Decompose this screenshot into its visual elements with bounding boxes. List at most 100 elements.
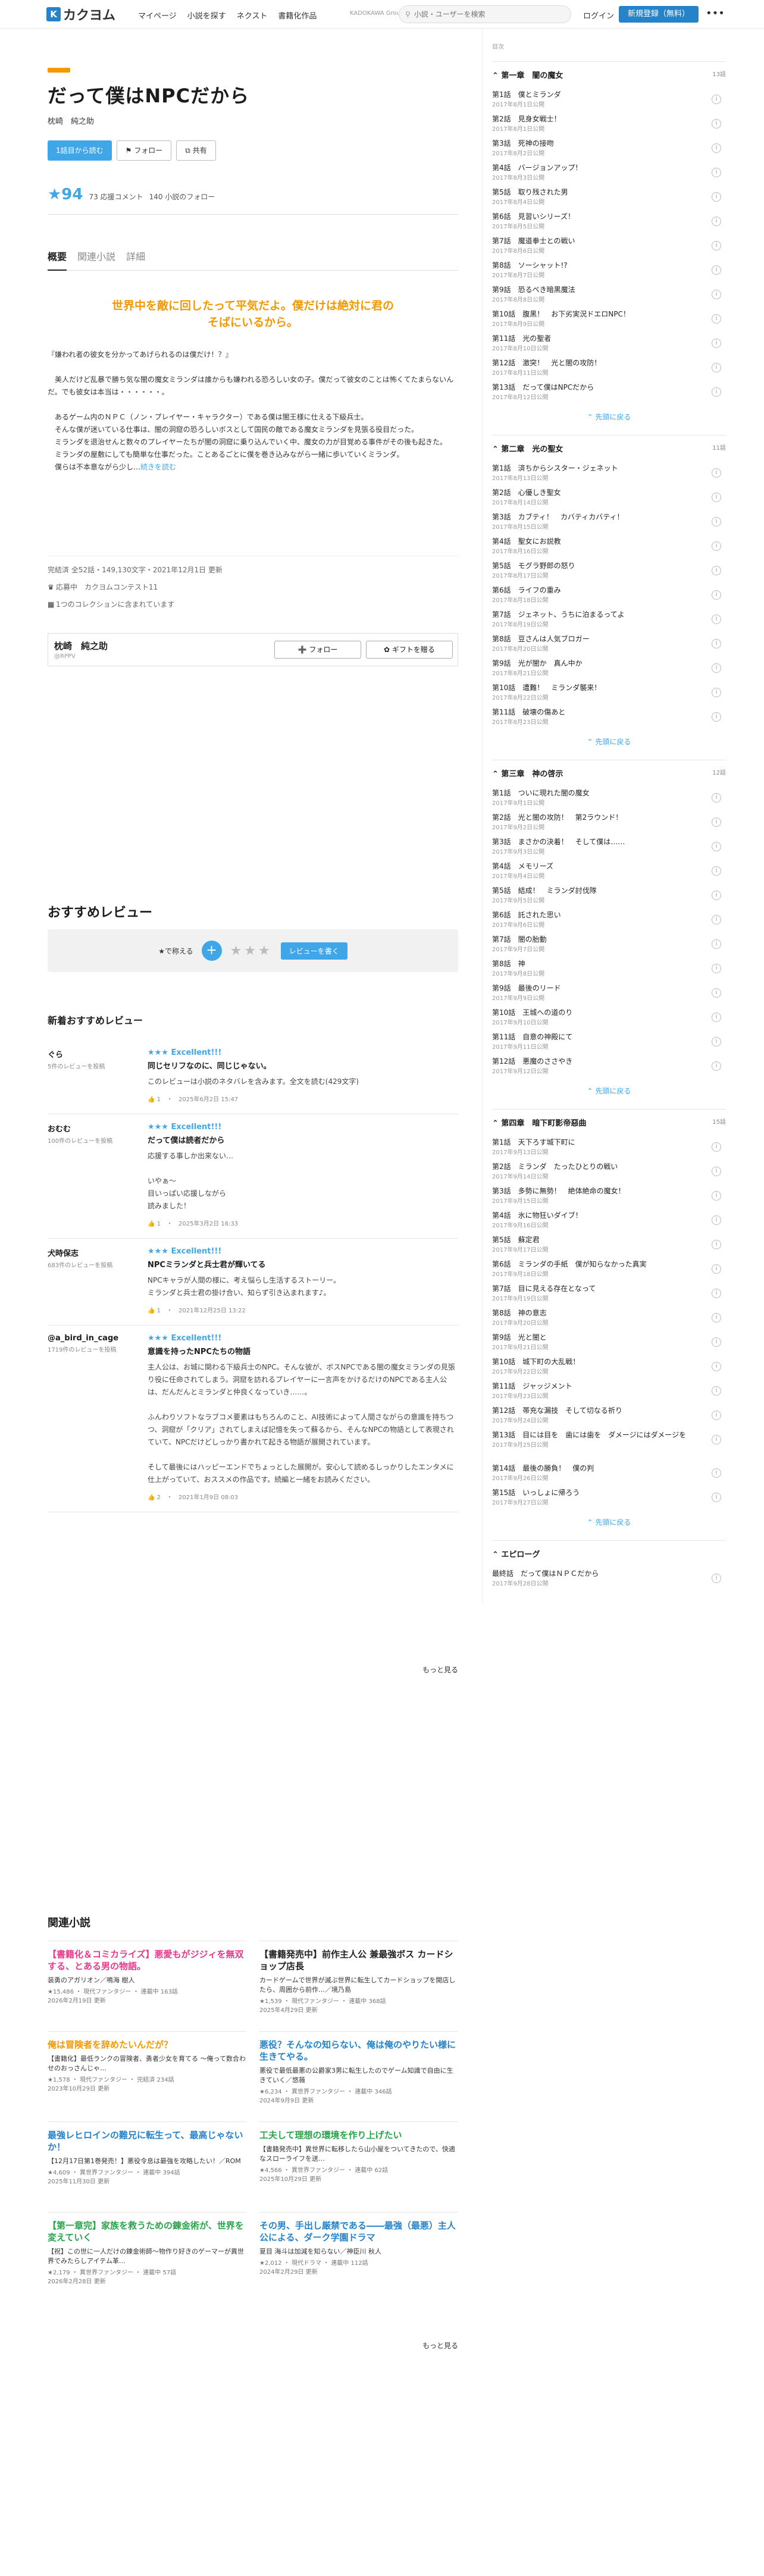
toc-episode[interactable]: 第2話 光と闇の攻防！ 第2ラウンド！ 2017年9月2日公開 i — [492, 813, 726, 837]
toc-episode[interactable]: 第8話 神 2017年9月8日公開 i — [492, 959, 726, 983]
collections-line[interactable]: ▦ 1つのコレクションに含まれています — [48, 599, 458, 609]
toc-episode[interactable]: 第10話 王城への道のり 2017年9月10日公開 i — [492, 1008, 726, 1032]
related-novel-title[interactable]: 最強レヒロインの難兄に転生って、最高じゃないか！ — [48, 2129, 246, 2153]
register-button[interactable]: 新規登録（無料） — [619, 6, 699, 23]
toc-episode[interactable]: 第8話 豆さんは人気ブロガー 2017年8月20日公開 i — [492, 634, 726, 659]
review-comments[interactable]: 73 応援コメント — [89, 192, 143, 202]
tab-summary[interactable]: 概要 — [48, 249, 67, 271]
info-icon[interactable]: i — [712, 541, 721, 551]
info-icon[interactable]: i — [712, 1264, 721, 1274]
related-novel-title[interactable]: 工夫して理想の環境を作り上げたい — [259, 2129, 458, 2141]
review-author[interactable]: @a_bird_in_cage — [48, 1334, 148, 1343]
related-novel[interactable]: 俺は冒険者を辞めたいんだが？ 【書籍化】最低ランクの冒険者、勇者少女を育てる 〜俺… — [48, 2031, 246, 2121]
toc-episode[interactable]: 第3話 まさかの決着！ そして僕は…… 2017年9月3日公開 i — [492, 837, 726, 861]
read-first-button[interactable]: 1話目から読む — [48, 140, 112, 161]
gift-button[interactable]: ✿ ギフトを贈る — [366, 641, 453, 659]
toc-episode[interactable]: 第7話 闇の胎動 2017年9月7日公開 i — [492, 935, 726, 959]
toc-episode[interactable]: 第8話 神の意志 2017年9月20日公開 i — [492, 1308, 726, 1333]
info-icon[interactable]: i — [712, 1142, 721, 1152]
review-title[interactable]: NPCミランダと兵士君が輝いてる — [148, 1258, 458, 1270]
info-icon[interactable]: i — [712, 1013, 721, 1022]
info-icon[interactable]: i — [712, 915, 721, 925]
toc-episode[interactable]: 第4話 氷に物狂いダイブ！ 2017年9月16日公開 i — [492, 1211, 726, 1235]
toc-episode[interactable]: 第2話 ミランダ たったひとりの戦い 2017年9月14日公開 i — [492, 1162, 726, 1186]
toc-episode[interactable]: 第1話 天下ろす城下町に 2017年9月13日公開 i — [492, 1137, 726, 1162]
info-icon[interactable]: i — [712, 866, 721, 876]
toc-episode[interactable]: 第6話 託された思い 2017年9月6日公開 i — [492, 910, 726, 935]
more-menu-icon[interactable]: ••• — [706, 7, 725, 20]
review-title[interactable]: だって僕は読者だから — [148, 1134, 458, 1145]
related-more-link[interactable]: もっと見る — [48, 2340, 458, 2351]
info-icon[interactable]: i — [712, 566, 721, 575]
tab-details[interactable]: 詳細 — [126, 249, 145, 263]
toc-episode[interactable]: 第5話 蘇定君 2017年9月17日公開 i — [492, 1235, 726, 1259]
info-icon[interactable]: i — [712, 363, 721, 372]
contest-line[interactable]: ♛ 応募中 カクヨムコンテスト11 — [48, 582, 458, 592]
site-logo[interactable]: K カクヨム — [46, 7, 115, 23]
toc-volume-header[interactable]: ⌃ 第二章 光の聖女 11話 — [492, 443, 726, 454]
related-novel[interactable]: その男、手出し厳禁である――最強（最悪）主人公による、ダーク学園ドラマ 夏目 海斗… — [259, 2212, 458, 2302]
toc-episode[interactable]: 第3話 多勢に無勢！ 絶体絶命の魔女！ 2017年9月15日公開 i — [492, 1186, 726, 1211]
toc-episode[interactable]: 第15話 いっしょに帰ろう 2017年9月27日公開 i — [492, 1488, 726, 1512]
toc-episode[interactable]: 第4話 聖女にお説教 2017年8月16日公開 i — [492, 537, 726, 561]
info-icon[interactable]: i — [712, 1240, 721, 1249]
info-icon[interactable]: i — [712, 615, 721, 624]
info-icon[interactable]: i — [712, 241, 721, 250]
related-novel[interactable]: 工夫して理想の環境を作り上げたい 【書籍発売中】異世界に転移したら山小屋をついてき… — [259, 2121, 458, 2212]
search-input[interactable] — [414, 10, 557, 18]
toc-episode[interactable]: 第11話 光の聖者 2017年8月10日公開 i — [492, 334, 726, 358]
nav-next[interactable]: ネクスト — [237, 10, 268, 21]
toc-episode[interactable]: 第5話 モグラ野郎の怒り 2017年8月17日公開 i — [492, 561, 726, 585]
toc-episode[interactable]: 第3話 カブティ！ カバティカバティ！ 2017年8月15日公開 i — [492, 512, 726, 537]
info-icon[interactable]: i — [712, 1468, 721, 1478]
related-novel-title[interactable]: 【書籍化＆コミカライズ】悪愛もがジジィを無双する、とある男の物語。 — [48, 1948, 246, 1972]
info-icon[interactable]: i — [712, 688, 721, 697]
info-icon[interactable]: i — [712, 1215, 721, 1225]
toc-episode[interactable]: 第2話 見身女戦士！ 2017年8月1日公開 i — [492, 114, 726, 139]
toc-episode[interactable]: 第1話 僕とミランダ 2017年8月1日公開 i — [492, 90, 726, 114]
toc-episode[interactable]: 第7話 魔道拳士との戦い 2017年8月6日公開 i — [492, 236, 726, 261]
toc-episode[interactable]: 第14話 最後の勝負！ 僕の判 2017年9月26日公開 i — [492, 1464, 726, 1488]
toc-volume-header[interactable]: ⌃ 第三章 神の啓示 12話 — [492, 767, 726, 779]
toc-episode[interactable]: 第7話 目に見える存在となって 2017年9月19日公開 i — [492, 1284, 726, 1308]
toc-episode[interactable]: 第8話 ソーシャット!? 2017年8月7日公開 i — [492, 261, 726, 285]
follow-count[interactable]: 140 小説のフォロー — [149, 192, 215, 202]
info-icon[interactable]: i — [712, 891, 721, 900]
toc-episode[interactable]: 第9話 光が闇か 真ん中か 2017年8月21日公開 i — [492, 659, 726, 683]
info-icon[interactable]: i — [712, 95, 721, 104]
toc-episode[interactable]: 第4話 バージョンアップ！ 2017年8月3日公開 i — [492, 163, 726, 187]
toc-episode[interactable]: 第13話 目には目を 歯には歯を ダメージにはダメージを 2017年9月25日公開… — [492, 1430, 726, 1464]
info-icon[interactable]: i — [712, 493, 721, 502]
toc-volume-header[interactable]: ⌃ エピローグ — [492, 1548, 726, 1559]
toc-episode[interactable]: 第6話 見習いシリーズ！ 2017年8月5日公開 i — [492, 212, 726, 236]
toc-episode[interactable]: 第11話 破壊の傷あと 2017年8月23日公開 i — [492, 707, 726, 732]
nav-mypage[interactable]: マイページ — [138, 10, 177, 21]
related-novel[interactable]: 【第一章完】家族を救うための錬金術が、世界を変えていく 【祝】この世に一人だけの錬… — [48, 2212, 246, 2302]
login-link[interactable]: ログイン — [583, 10, 614, 21]
toc-episode[interactable]: 第3話 死神の接吻 2017年8月2日公開 i — [492, 139, 726, 163]
info-icon[interactable]: i — [712, 842, 721, 851]
related-novel[interactable]: 【書籍発売中】前作主人公 兼最強ボス カードショップ店長 カードゲームで世界が滅ぶ… — [259, 1941, 458, 2031]
toc-volume-header[interactable]: ⌃ 第四章 暗下町影帝惡曲 15話 — [492, 1117, 726, 1128]
info-icon[interactable]: i — [712, 817, 721, 827]
star-count[interactable]: ★94 — [48, 186, 83, 203]
review-author[interactable]: ぐら — [48, 1048, 148, 1060]
nav-search-novels[interactable]: 小説を探す — [187, 10, 226, 21]
info-icon[interactable]: i — [712, 1435, 721, 1444]
review-author[interactable]: 犬時保志 — [48, 1247, 148, 1258]
toc-episode[interactable]: 第11話 ジャッジメント 2017年9月23日公開 i — [492, 1381, 726, 1406]
tab-related[interactable]: 関連小説 — [77, 249, 115, 263]
rate-stars[interactable]: ★★★ — [230, 944, 273, 958]
review-author[interactable]: おむむ — [48, 1123, 148, 1134]
info-icon[interactable]: i — [712, 265, 721, 275]
info-icon[interactable]: i — [712, 793, 721, 803]
related-novel[interactable]: 【書籍化＆コミカライズ】悪愛もがジジィを無双する、とある男の物語。 装勇のアガリオ… — [48, 1941, 246, 2031]
toc-back-to-top[interactable]: ⌃ 先頭に戻る — [492, 412, 726, 422]
related-novel[interactable]: 悪役？そんなの知らない、俺は俺のやりたい様に生きてやる。 悪役で最低最悪の公爵家3… — [259, 2031, 458, 2121]
info-icon[interactable]: i — [712, 517, 721, 527]
toc-episode[interactable]: 第6話 ミランダの手紙 僕が知らなかった真実 2017年9月18日公開 i — [492, 1259, 726, 1284]
related-novel-title[interactable]: 【書籍発売中】前作主人公 兼最強ボス カードショップ店長 — [259, 1948, 458, 1972]
rate-plus-button[interactable]: + — [201, 941, 222, 961]
toc-episode[interactable]: 第4話 メモリーズ 2017年9月4日公開 i — [492, 861, 726, 886]
related-novel[interactable]: 最強レヒロインの難兄に転生って、最高じゃないか！ 【12月17日第1巻発売！】悪役… — [48, 2121, 246, 2212]
